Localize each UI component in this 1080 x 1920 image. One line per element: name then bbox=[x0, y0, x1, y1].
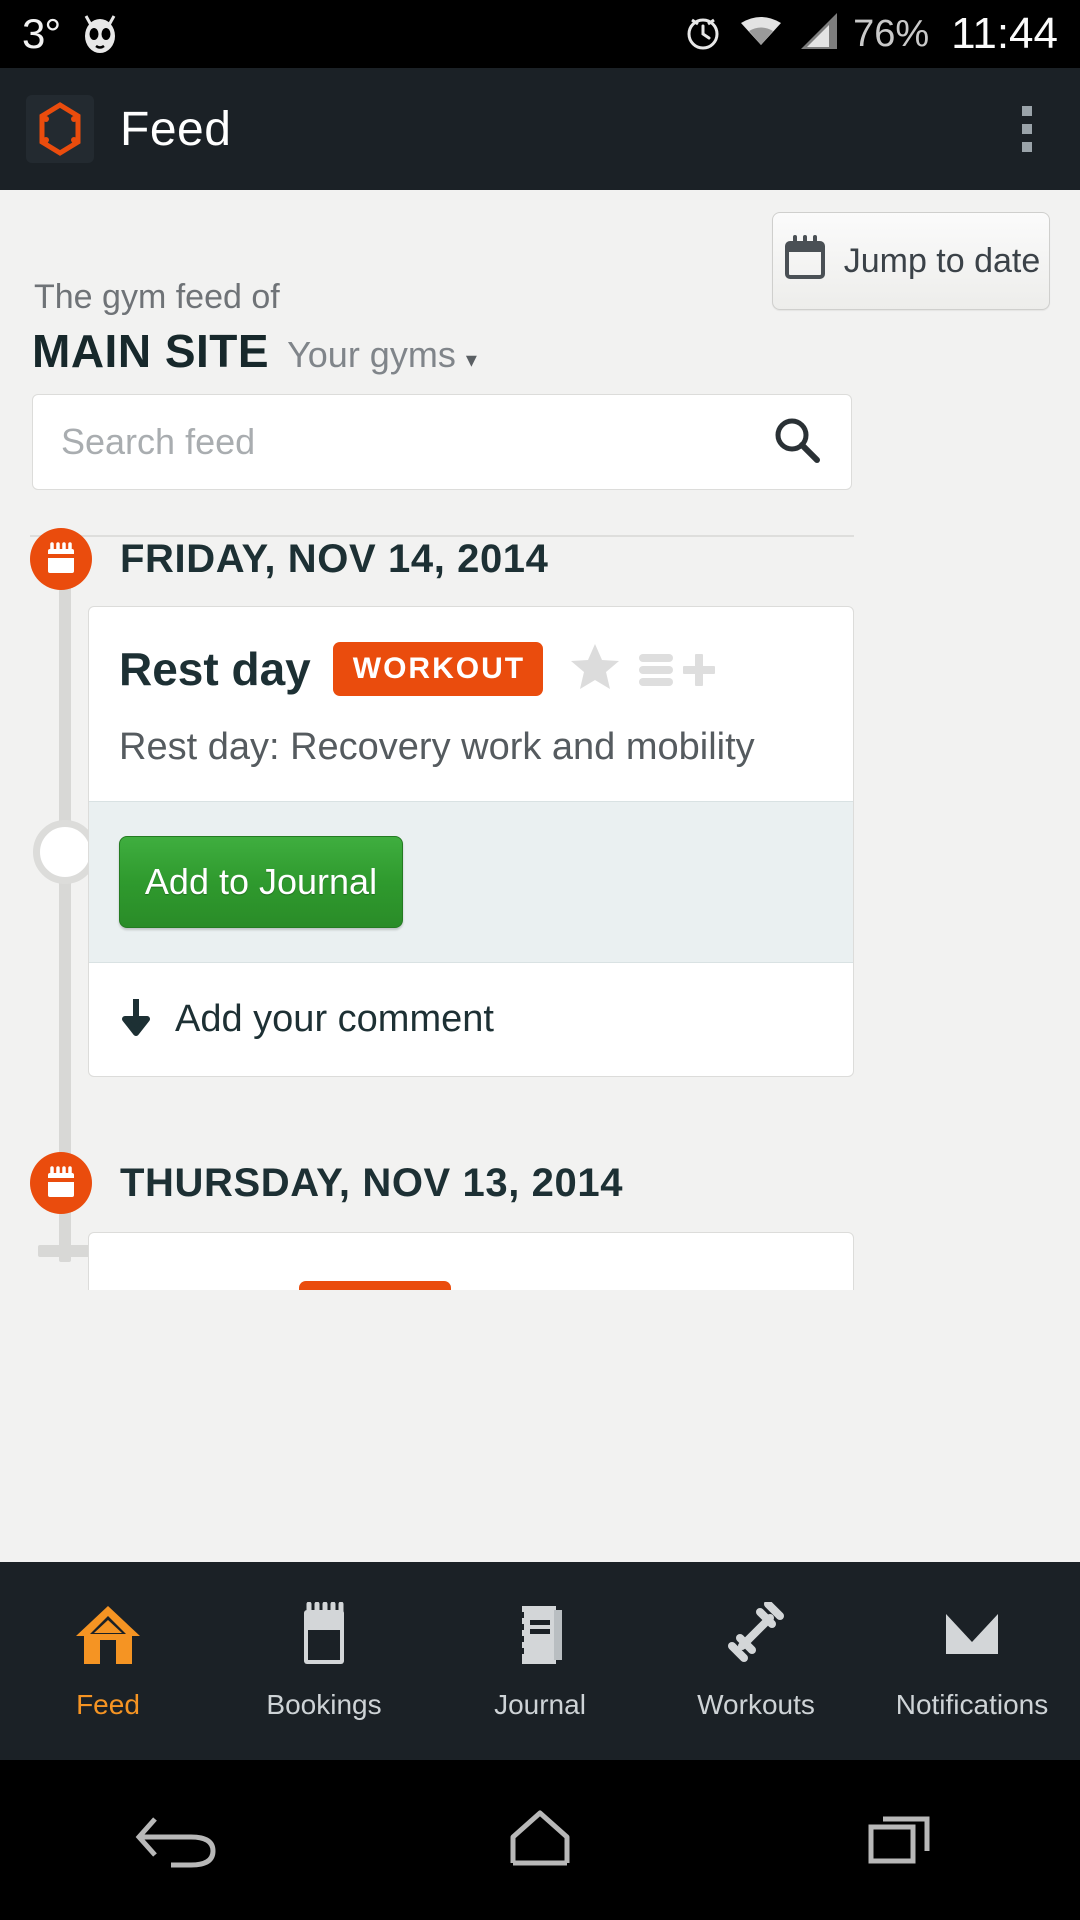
app-bar: Feed bbox=[0, 68, 1080, 190]
gym-selector[interactable]: MAIN SITE Your gyms ▾ bbox=[32, 324, 477, 378]
back-arrow-icon bbox=[133, 1805, 227, 1876]
bottom-navigation: Feed Bookings Journal Workouts Notificat… bbox=[0, 1562, 1080, 1760]
search-input[interactable]: Search feed bbox=[61, 421, 771, 463]
feed-of-label: The gym feed of bbox=[34, 278, 280, 316]
calendar-badge-icon bbox=[30, 528, 92, 590]
cellular-signal-icon bbox=[797, 11, 841, 58]
search-icon[interactable] bbox=[771, 414, 823, 471]
tab-label-notifications: Notifications bbox=[895, 1688, 1049, 1720]
tab-label-workouts: Workouts bbox=[697, 1688, 815, 1720]
back-button[interactable] bbox=[0, 1805, 360, 1876]
recents-button[interactable] bbox=[720, 1805, 1080, 1876]
star-icon[interactable] bbox=[569, 641, 621, 696]
add-comment-label: Add your comment bbox=[175, 998, 494, 1040]
system-navigation-bar bbox=[0, 1760, 1080, 1920]
timeline-rail-foot bbox=[38, 1245, 92, 1257]
card-body bbox=[89, 1233, 853, 1290]
jump-to-date-label: Jump to date bbox=[843, 241, 1041, 280]
overflow-dot bbox=[1022, 124, 1032, 134]
clock: 11:44 bbox=[951, 9, 1058, 58]
calendar-icon bbox=[288, 1601, 360, 1673]
feed-content: Jump to date The gym feed of MAIN SITE Y… bbox=[0, 190, 1080, 1290]
chevron-down-icon: ▾ bbox=[465, 347, 477, 372]
tab-journal[interactable]: Journal bbox=[432, 1602, 648, 1721]
status-badge: WORKOUT bbox=[332, 641, 544, 696]
overflow-dot bbox=[1022, 142, 1032, 152]
card-title-row: Rest day WORKOUT bbox=[119, 641, 823, 696]
date-label: THURSDAY, NOV 13, 2014 bbox=[120, 1160, 624, 1205]
tab-label-feed: Feed bbox=[76, 1688, 140, 1720]
status-icons: 76% 11:44 bbox=[681, 9, 1058, 59]
card-body: Rest day WORKOUT Rest day: Recovery work… bbox=[89, 607, 853, 801]
tab-feed[interactable]: Feed bbox=[0, 1602, 216, 1721]
envelope-icon bbox=[936, 1602, 1008, 1673]
battery-percentage: 76% bbox=[853, 12, 930, 55]
your-gyms-label: Your gyms bbox=[287, 334, 456, 375]
recent-apps-icon bbox=[853, 1805, 947, 1876]
feed-card[interactable]: Rest day WORKOUT Rest day: Recovery work… bbox=[88, 606, 854, 1077]
alarm-icon bbox=[681, 10, 725, 59]
status-badge bbox=[299, 1281, 451, 1290]
tab-workouts[interactable]: Workouts bbox=[648, 1599, 864, 1721]
date-header: THURSDAY, NOV 13, 2014 bbox=[30, 1152, 623, 1214]
list-plus-icon[interactable] bbox=[639, 647, 716, 691]
card-title-row bbox=[119, 1281, 823, 1290]
tab-label-journal: Journal bbox=[494, 1688, 586, 1720]
card-description: Rest day: Recovery work and mobility bbox=[119, 726, 755, 768]
search-field[interactable]: Search feed bbox=[32, 394, 852, 490]
jump-to-date-button[interactable]: Jump to date bbox=[772, 212, 1050, 310]
arrow-down-icon bbox=[119, 997, 153, 1042]
overflow-menu-icon[interactable] bbox=[1000, 94, 1054, 164]
list-plus-icon[interactable] bbox=[469, 1286, 545, 1290]
feed-card[interactable] bbox=[88, 1232, 854, 1290]
site-name: MAIN SITE bbox=[32, 325, 270, 377]
tab-label-bookings: Bookings bbox=[266, 1688, 382, 1720]
date-label: FRIDAY, NOV 14, 2014 bbox=[120, 536, 549, 581]
page-title: Feed bbox=[120, 102, 232, 156]
add-comment-row[interactable]: Add your comment bbox=[89, 963, 853, 1076]
wifi-icon bbox=[737, 11, 785, 58]
card-action-panel: Add to Journal bbox=[89, 801, 853, 963]
tab-bookings[interactable]: Bookings bbox=[216, 1601, 432, 1721]
cyanogenmod-skull-icon bbox=[76, 12, 124, 56]
app-logo-icon[interactable] bbox=[26, 95, 94, 163]
book-icon bbox=[504, 1602, 576, 1673]
home-icon bbox=[72, 1602, 144, 1673]
calendar-badge-icon bbox=[30, 1152, 92, 1214]
card-title: Rest day bbox=[119, 642, 311, 695]
overflow-dot bbox=[1022, 106, 1032, 116]
temperature-indicator: 3° bbox=[22, 10, 61, 57]
date-header: FRIDAY, NOV 14, 2014 bbox=[30, 528, 549, 590]
dumbbell-icon bbox=[720, 1599, 792, 1673]
app-root: 3° 76% 11:44 Feed Jump to date The gym f… bbox=[0, 0, 1080, 1920]
tab-notifications[interactable]: Notifications bbox=[864, 1602, 1080, 1721]
add-to-journal-button[interactable]: Add to Journal bbox=[119, 836, 403, 928]
status-bar: 3° 76% 11:44 bbox=[0, 0, 1080, 68]
home-outline-icon bbox=[493, 1805, 587, 1876]
calendar-icon bbox=[782, 234, 828, 288]
home-button[interactable] bbox=[360, 1805, 720, 1876]
